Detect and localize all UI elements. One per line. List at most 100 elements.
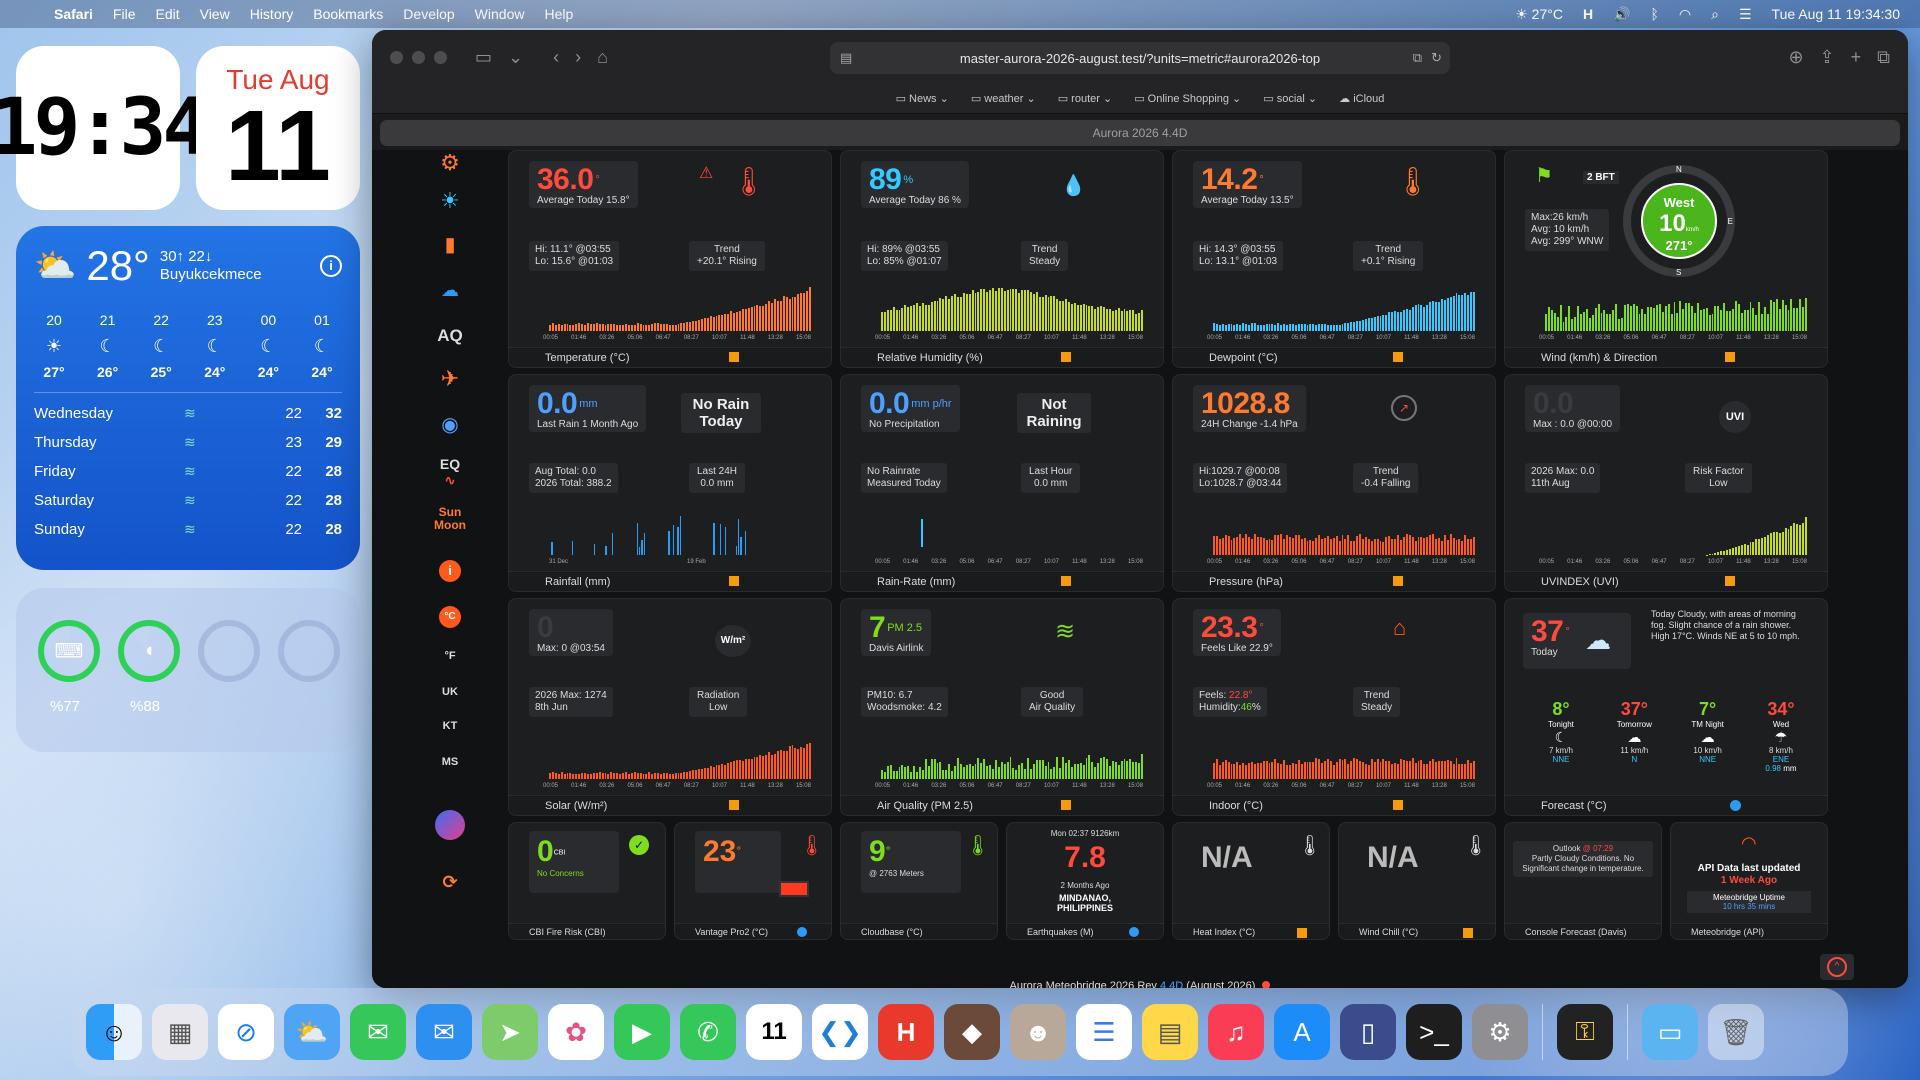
menu-history[interactable]: History bbox=[250, 6, 294, 22]
tab-aurora[interactable]: Aurora 2026 4.4D bbox=[380, 120, 1900, 146]
nav-eq[interactable]: EQ ∿ bbox=[424, 456, 476, 489]
menu-bookmarks[interactable]: Bookmarks bbox=[313, 6, 383, 22]
webcam-icon[interactable]: ◉ bbox=[424, 412, 476, 437]
bookmark-social[interactable]: ▭ social ⌄ bbox=[1263, 92, 1317, 105]
menu-window[interactable]: Window bbox=[475, 6, 525, 22]
expand-icon[interactable] bbox=[797, 927, 807, 937]
chart-icon[interactable] bbox=[1393, 800, 1403, 810]
nav-kt[interactable]: KT bbox=[424, 720, 476, 732]
system-settings-icon[interactable]: ⚙ bbox=[1472, 1004, 1528, 1060]
terminal-icon[interactable]: >_ bbox=[1406, 1004, 1462, 1060]
photos-icon[interactable]: ✿ bbox=[548, 1004, 604, 1060]
share-icon[interactable]: ⇪ bbox=[1820, 47, 1835, 68]
tile-earthquake[interactable]: Mon 02:37 9126km 7.8 2 Months Ago MINDAN… bbox=[1006, 822, 1164, 940]
menu-app-name[interactable]: Safari bbox=[54, 6, 93, 22]
bookmark-online-shopping[interactable]: ▭ Online Shopping ⌄ bbox=[1134, 92, 1241, 105]
vscode-icon[interactable]: ❮❯ bbox=[812, 1004, 868, 1060]
bookmark-router[interactable]: ▭ router ⌄ bbox=[1058, 92, 1112, 105]
maps-icon[interactable]: ➤ bbox=[482, 1004, 538, 1060]
tile-solar[interactable]: 0 Max: 0 @03:54 W/m² 2026 Max: 1274 8th Ju… bbox=[508, 598, 832, 816]
chart-icon[interactable] bbox=[1061, 800, 1071, 810]
tile-rainrate[interactable]: 0.0 mm p/hr No Precipitation Not Raining N… bbox=[840, 374, 1164, 592]
forward-icon[interactable]: › bbox=[575, 47, 581, 68]
nav-aq[interactable]: AQ bbox=[424, 326, 476, 346]
chart-icon[interactable] bbox=[729, 352, 739, 362]
menu-help[interactable]: Help bbox=[544, 6, 573, 22]
settings-gear-icon[interactable]: ⚙ bbox=[424, 150, 476, 176]
chart-icon[interactable] bbox=[1297, 928, 1307, 938]
menu-file[interactable]: File bbox=[113, 6, 136, 22]
phone-icon[interactable]: ✆ bbox=[680, 1004, 736, 1060]
tile-air-quality[interactable]: 7 PM 2.5 Davis Airlink ≋ PM10: 6.7 Woodsmok… bbox=[840, 598, 1164, 816]
reminders-icon[interactable]: ☰ bbox=[1076, 1004, 1132, 1060]
chart-icon[interactable] bbox=[1393, 576, 1403, 586]
tile-console-forecast[interactable]: Outlook @ 07:29 Partly Cloudy Conditions… bbox=[1504, 822, 1662, 940]
scroll-top-button[interactable]: ^ bbox=[1820, 954, 1854, 980]
downloads-folder-icon[interactable]: ▭ bbox=[1642, 1004, 1698, 1060]
nav-uk[interactable]: UK bbox=[424, 686, 476, 698]
weather-app-icon[interactable]: ⛅ bbox=[284, 1004, 340, 1060]
info-icon[interactable]: i bbox=[424, 560, 476, 582]
tile-heat-index[interactable]: N/A 🌡 Heat Index (°C) bbox=[1172, 822, 1330, 940]
chart-icon[interactable] bbox=[729, 576, 739, 586]
reload-icon[interactable]: ↻ bbox=[1431, 50, 1442, 66]
cloud-icon[interactable]: ☁ bbox=[424, 280, 476, 301]
music-icon[interactable]: ♫ bbox=[1208, 1004, 1264, 1060]
tile-cbi[interactable]: 0CBI No Concerns ✓ CBI Fire Risk (CBI) bbox=[508, 822, 666, 940]
wifi-icon[interactable]: ◠ bbox=[1679, 6, 1691, 23]
close-window-button[interactable] bbox=[390, 50, 403, 64]
chart-icon[interactable] bbox=[729, 800, 739, 810]
weather-widget[interactable]: ⛅ 28° 30↑ 22↓ Buyukcekmece i 20 ☀ 27° 21 ☾ 2… bbox=[16, 226, 360, 570]
chart-icon[interactable] bbox=[1393, 352, 1403, 362]
batteries-widget[interactable]: ⌨ ◖ %77 %88 bbox=[16, 588, 360, 752]
control-center-icon[interactable]: ☰ bbox=[1739, 6, 1752, 23]
menu-view[interactable]: View bbox=[200, 6, 230, 22]
chevron-down-icon[interactable]: ⌄ bbox=[508, 47, 523, 68]
nav-fahrenheit[interactable]: °F bbox=[424, 650, 476, 662]
tile-wind[interactable]: ⚑ 2 BFT Max:26 km/h Avg: 10 km/h Avg: 299°… bbox=[1504, 150, 1828, 368]
aurora-logo[interactable] bbox=[424, 810, 476, 845]
clock-widget[interactable]: 19:34 bbox=[0, 46, 209, 210]
game-icon[interactable]: ◆ bbox=[944, 1004, 1000, 1060]
tile-dewpoint[interactable]: 14.2 ° Average Today 13.5° 🌡 Hi: 14.3° @03… bbox=[1172, 150, 1496, 368]
refresh-icon[interactable]: ⟳ bbox=[424, 872, 476, 893]
tile-wind-chill[interactable]: N/A 🌡 Wind Chill (°C) bbox=[1338, 822, 1496, 940]
tile-humidity[interactable]: 89% Average Today 86 % 💧 Hi: 89% @03:55 Lo… bbox=[840, 150, 1164, 368]
page-menu-icon[interactable]: ▤ bbox=[840, 50, 852, 66]
new-tab-icon[interactable]: + bbox=[1851, 47, 1862, 68]
menu-develop[interactable]: Develop bbox=[403, 6, 454, 22]
chart-icon[interactable] bbox=[1061, 352, 1071, 362]
notes-icon[interactable]: ▤ bbox=[1142, 1004, 1198, 1060]
translate-icon[interactable]: ⧉ bbox=[1413, 50, 1422, 66]
nav-celsius[interactable]: °C bbox=[424, 606, 476, 628]
back-icon[interactable]: ‹ bbox=[553, 47, 559, 68]
sidebar-icon[interactable]: ▭ bbox=[475, 47, 492, 68]
tab-overview-icon[interactable]: ⧉ bbox=[1877, 47, 1890, 68]
trash-icon[interactable]: 🗑 bbox=[1708, 1004, 1764, 1060]
menubar-clock[interactable]: Tue Aug 11 19:34:30 bbox=[1772, 6, 1900, 22]
airplane-icon[interactable]: ✈ bbox=[424, 366, 476, 392]
info-icon[interactable]: i bbox=[320, 255, 342, 277]
ios-simulator-icon[interactable]: ▯ bbox=[1340, 1004, 1396, 1060]
volume-icon[interactable]: 🔊 bbox=[1613, 6, 1630, 23]
menu-edit[interactable]: Edit bbox=[155, 6, 179, 22]
tile-temperature[interactable]: 36.0 ° Average Today 15.8° ⚠ 🌡 Hi: 11.1° @… bbox=[508, 150, 832, 368]
chart-icon[interactable] bbox=[1725, 576, 1735, 586]
zoom-window-button[interactable] bbox=[434, 50, 447, 64]
tile-rainfall[interactable]: 0.0 mm Last Rain 1 Month Ago No Rain Today… bbox=[508, 374, 832, 592]
bookmark-news[interactable]: ▭ News ⌄ bbox=[896, 92, 949, 105]
tile-meteobridge[interactable]: ◠ API Data last updated 1 Week Ago Meteo… bbox=[1670, 822, 1828, 940]
address-bar[interactable]: ▤ master-aurora-2026-august.test/?units=… bbox=[830, 42, 1450, 74]
weather-status-item[interactable]: ☀ 27°C bbox=[1515, 6, 1563, 23]
home-icon[interactable]: ⌂ bbox=[597, 47, 608, 68]
tile-cloudbase[interactable]: 9° @ 2763 Meters 🌡 Cloudbase (°C) bbox=[840, 822, 998, 940]
minimize-window-button[interactable] bbox=[412, 50, 425, 64]
facetime-icon[interactable]: ▶ bbox=[614, 1004, 670, 1060]
expand-icon[interactable] bbox=[1129, 927, 1139, 937]
calendar-app-icon[interactable]: 11 bbox=[746, 1004, 802, 1060]
finder-icon[interactable]: ☺ bbox=[86, 1004, 142, 1060]
app-store-icon[interactable]: A bbox=[1274, 1004, 1330, 1060]
expand-icon[interactable] bbox=[1730, 800, 1741, 811]
safari-icon[interactable]: ⊘ bbox=[218, 1004, 274, 1060]
download-icon[interactable]: ⊕ bbox=[1788, 47, 1803, 68]
